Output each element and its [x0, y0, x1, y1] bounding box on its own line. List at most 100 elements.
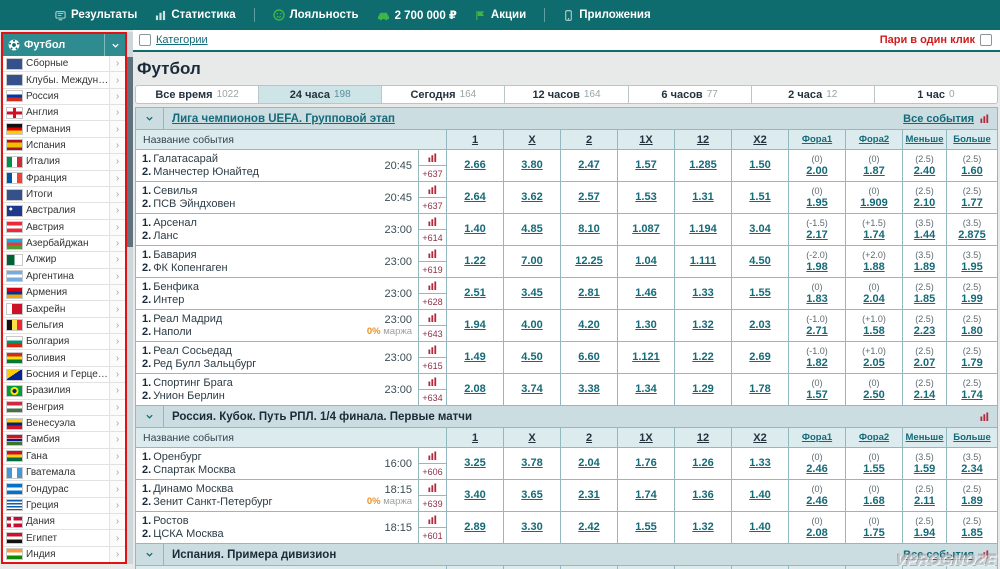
odds-cell[interactable]: 1.40: [731, 512, 788, 543]
sidebar-item-12[interactable]: Алжир›: [3, 252, 125, 268]
odds-cell[interactable]: (3.5)1.44: [902, 214, 946, 245]
odds-cell[interactable]: 1.78: [731, 374, 788, 405]
odds-cell[interactable]: (0)1.95: [788, 182, 845, 213]
tab-4[interactable]: 6 часов77: [628, 85, 752, 104]
chevron-down-icon[interactable]: [136, 406, 164, 427]
odds-cell[interactable]: 1.26: [674, 448, 731, 479]
topbar-item-promo[interactable]: Акции: [475, 9, 526, 21]
odds-cell[interactable]: 2.81: [560, 278, 617, 309]
tab-0[interactable]: Все время1022: [135, 85, 259, 104]
odds-cell[interactable]: 2.89: [446, 512, 503, 543]
odds-cell[interactable]: 2.51: [446, 278, 503, 309]
odds-cell[interactable]: 12.25: [560, 246, 617, 277]
odds-cell[interactable]: (3.5)1.89: [902, 246, 946, 277]
sidebar-item-21[interactable]: Венгрия›: [3, 400, 125, 416]
tab-6[interactable]: 1 час0: [874, 85, 998, 104]
odds-cell[interactable]: (2.5)1.80: [946, 310, 997, 341]
sidebar-item-18[interactable]: Боливия›: [3, 350, 125, 366]
odds-cell[interactable]: (2.5)1.79: [946, 342, 997, 373]
odds-cell[interactable]: (2.5)2.40: [902, 150, 946, 181]
section-title[interactable]: Лига чемпионов UEFA. Групповой этап: [164, 113, 903, 125]
odds-cell[interactable]: (2.5)1.99: [946, 278, 997, 309]
chart-icon[interactable]: [428, 345, 437, 354]
odds-cell[interactable]: 1.285: [674, 150, 731, 181]
odds-cell[interactable]: 2.08: [446, 374, 503, 405]
odds-cell[interactable]: 2.64: [446, 182, 503, 213]
odds-cell[interactable]: (0)1.909: [845, 182, 902, 213]
odds-cell[interactable]: 2.69: [731, 342, 788, 373]
sidebar-item-1[interactable]: Клубы. Международ...›: [3, 72, 125, 88]
odds-cell[interactable]: 1.111: [674, 246, 731, 277]
more-bets-link[interactable]: +643: [419, 326, 446, 341]
sidebar-item-10[interactable]: Австрия›: [3, 220, 125, 236]
odds-cell[interactable]: 3.62: [503, 182, 560, 213]
sidebar-item-22[interactable]: Венесуэла›: [3, 416, 125, 432]
odds-cell[interactable]: 2.57: [560, 182, 617, 213]
column-header[interactable]: Меньше: [902, 428, 946, 447]
odds-cell[interactable]: 3.40: [446, 480, 503, 511]
sidebar-item-28[interactable]: Дания›: [3, 514, 125, 530]
sidebar-item-6[interactable]: Италия›: [3, 154, 125, 170]
odds-cell[interactable]: 1.30: [617, 310, 674, 341]
odds-cell[interactable]: 1.76: [617, 448, 674, 479]
chevron-down-icon[interactable]: [136, 108, 164, 129]
topbar-item-stats[interactable]: Статистика: [155, 9, 235, 21]
chart-icon[interactable]: [428, 217, 437, 226]
all-events-link[interactable]: Все события: [903, 549, 974, 561]
more-bets-link[interactable]: +639: [419, 496, 446, 511]
odds-cell[interactable]: 1.32: [674, 310, 731, 341]
column-header[interactable]: 2: [560, 130, 617, 149]
column-header[interactable]: X: [503, 130, 560, 149]
chevron-down-icon[interactable]: [136, 544, 164, 565]
odds-cell[interactable]: (2.5)2.11: [902, 480, 946, 511]
odds-cell[interactable]: 1.194: [674, 214, 731, 245]
odds-cell[interactable]: 1.51: [731, 182, 788, 213]
odds-cell[interactable]: 3.80: [503, 150, 560, 181]
odds-cell[interactable]: (3.5)2.34: [946, 448, 997, 479]
odds-cell[interactable]: 1.50: [731, 150, 788, 181]
odds-cell[interactable]: 1.36: [674, 480, 731, 511]
odds-cell[interactable]: 4.00: [503, 310, 560, 341]
odds-cell[interactable]: 2.47: [560, 150, 617, 181]
odds-cell[interactable]: 3.04: [731, 214, 788, 245]
odds-cell[interactable]: 1.22: [674, 342, 731, 373]
odds-cell[interactable]: (-1.0)2.71: [788, 310, 845, 341]
odds-cell[interactable]: 1.121: [617, 342, 674, 373]
column-header[interactable]: Больше: [946, 130, 997, 149]
column-header[interactable]: Фора2: [845, 130, 902, 149]
more-bets-link[interactable]: +601: [419, 528, 446, 543]
topbar-item-results[interactable]: Результаты: [55, 9, 137, 21]
sidebar-item-11[interactable]: Азербайджан›: [3, 236, 125, 252]
odds-cell[interactable]: 1.31: [674, 182, 731, 213]
odds-cell[interactable]: 3.74: [503, 374, 560, 405]
tab-5[interactable]: 2 часа12: [751, 85, 875, 104]
tab-2[interactable]: Сегодня164: [381, 85, 505, 104]
odds-cell[interactable]: (3.5)1.59: [902, 448, 946, 479]
column-header[interactable]: X2: [731, 130, 788, 149]
odds-cell[interactable]: (2.5)1.60: [946, 150, 997, 181]
sidebar-item-14[interactable]: Армения›: [3, 285, 125, 301]
odds-cell[interactable]: (0)2.46: [788, 448, 845, 479]
chart-icon[interactable]: [428, 483, 437, 492]
column-header[interactable]: 1: [446, 428, 503, 447]
odds-cell[interactable]: (2.5)1.77: [946, 182, 997, 213]
sidebar-item-20[interactable]: Бразилия›: [3, 383, 125, 399]
odds-cell[interactable]: 1.34: [617, 374, 674, 405]
all-events-link[interactable]: Все события: [903, 113, 974, 125]
odds-cell[interactable]: (2.5)2.23: [902, 310, 946, 341]
sidebar-item-0[interactable]: Сборные›: [3, 56, 125, 72]
odds-cell[interactable]: (2.5)1.85: [902, 278, 946, 309]
column-header[interactable]: 12: [674, 130, 731, 149]
sidebar-item-3[interactable]: Англия›: [3, 105, 125, 121]
odds-cell[interactable]: 1.46: [617, 278, 674, 309]
more-bets-link[interactable]: +606: [419, 464, 446, 479]
odds-cell[interactable]: 1.33: [731, 448, 788, 479]
odds-cell[interactable]: 3.45: [503, 278, 560, 309]
odds-cell[interactable]: 2.04: [560, 448, 617, 479]
sidebar-item-7[interactable]: Франция›: [3, 171, 125, 187]
topbar-item-loyalty[interactable]: Лояльность: [273, 9, 359, 21]
odds-cell[interactable]: (0)1.83: [788, 278, 845, 309]
chart-icon[interactable]: [980, 412, 989, 421]
sidebar-item-13[interactable]: Аргентина›: [3, 269, 125, 285]
column-header[interactable]: 12: [674, 428, 731, 447]
